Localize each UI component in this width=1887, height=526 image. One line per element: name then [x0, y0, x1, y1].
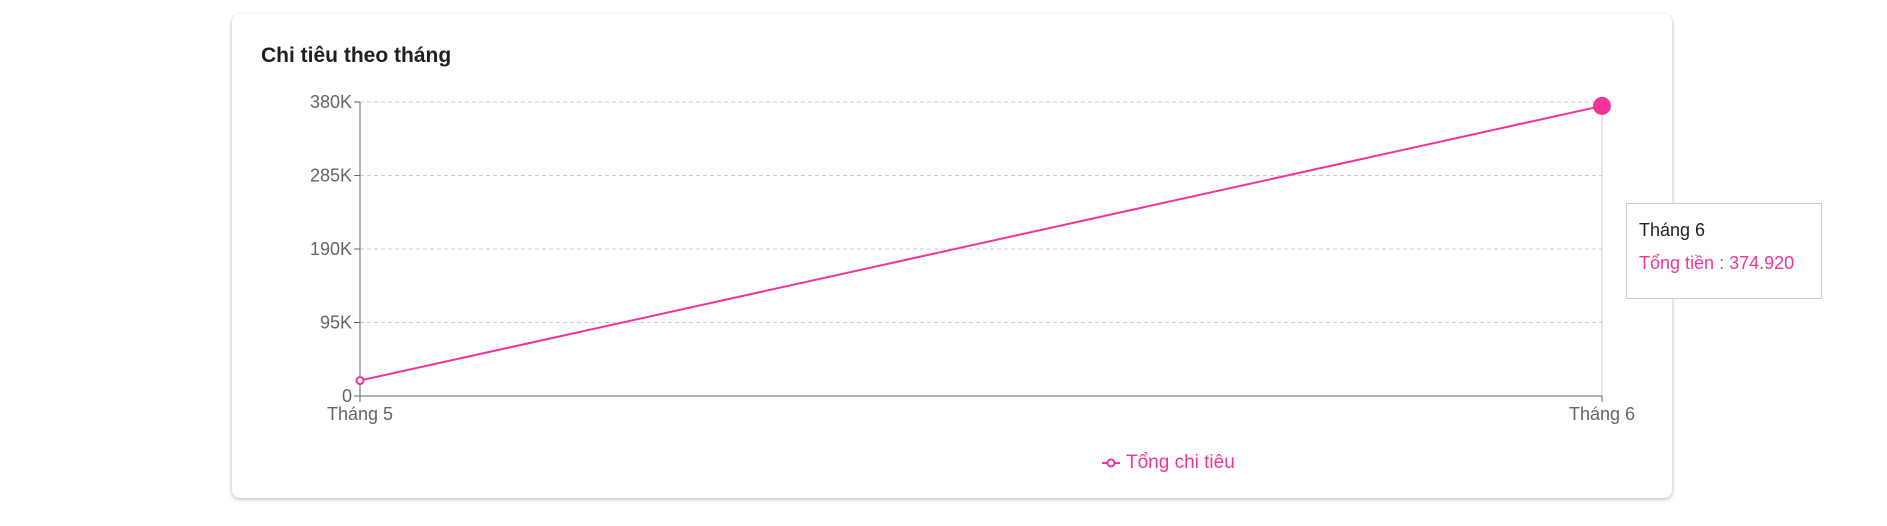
- legend-label: Tổng chi tiêu: [1126, 452, 1235, 473]
- active-data-point: [1593, 96, 1611, 115]
- tooltip-title: Tháng 6: [1639, 220, 1706, 240]
- chart-legend[interactable]: Tổng chi tiêu: [1102, 452, 1235, 474]
- grid-lines: [360, 101, 1602, 323]
- tooltip-separator: :: [1714, 253, 1730, 273]
- chart-card: Chi tiêu theo tháng 0 95K 190K 285K 380K Thán…: [232, 14, 1822, 498]
- y-tick-label: 285K: [310, 166, 352, 186]
- line-chart: 0 95K 190K 285K 380K Tháng 5 Tháng 6: [310, 92, 1635, 424]
- series-line: [359, 104, 1603, 382]
- y-tick-label: 190K: [310, 239, 352, 259]
- legend-line-marker-icon: [1102, 458, 1120, 468]
- y-tick-label: 380K: [310, 92, 352, 112]
- tooltip-value-label: Tổng tiền: [1639, 253, 1715, 273]
- chart-tooltip: Tháng 6 Tổng tiền : 374.920: [1626, 203, 1822, 299]
- y-tick-label: 95K: [320, 313, 352, 333]
- x-tick-label: Tháng 6: [1569, 404, 1635, 424]
- tooltip-value: Tổng tiền : 374.920: [1639, 253, 1809, 274]
- y-tick-label: 0: [342, 386, 352, 406]
- data-point: [355, 376, 365, 386]
- tooltip-value-number: 374.920: [1729, 253, 1795, 273]
- data-points: [355, 96, 1611, 386]
- series-lines: [359, 104, 1603, 382]
- x-tick-label: Tháng 5: [327, 404, 393, 424]
